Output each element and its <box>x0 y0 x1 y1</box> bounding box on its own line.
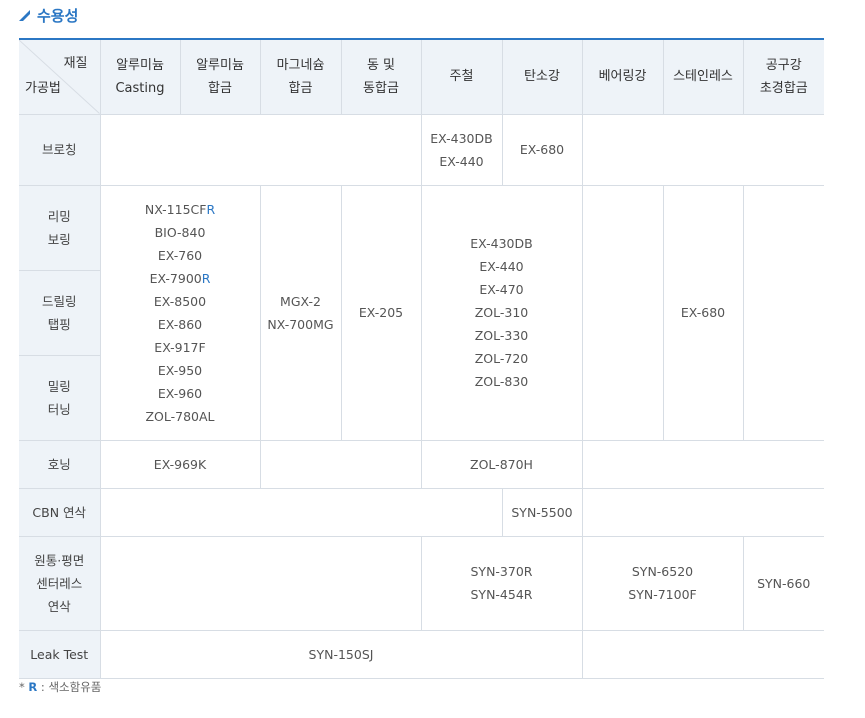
col-header-magnesium-alloy: 마그네슘 합금 <box>259 38 342 115</box>
footnote-star: * <box>19 680 25 694</box>
table-row: Leak Test SYN-150SJ <box>19 629 824 679</box>
cell-magnesium-group: MGX-2 NX-700MG <box>259 184 342 441</box>
row-label-milling-turning: 밀링 터닝 <box>19 354 100 441</box>
cell-leak-test: SYN-150SJ <box>99 629 583 679</box>
product-code: EX-760 <box>157 247 203 263</box>
product-code: EX-7900R <box>149 270 211 286</box>
header-row: 재질 가공법 알루미늄 Casting 알루미늄 합금 마그네슘 합금 동 및 동합금 … <box>19 38 824 115</box>
table-row: 리밍 보링 NX-115CFR BIO-840 EX-760 EX-7900R E… <box>19 184 824 441</box>
col-header-copper: 동 및 동합금 <box>340 38 422 115</box>
row-label-broaching: 브로칭 <box>19 113 101 186</box>
empty-cell <box>99 113 422 186</box>
corner-material-label: 재질 <box>63 56 88 71</box>
cell-honing-aluminum: EX-969K <box>99 439 261 489</box>
section-title: 수용성 <box>19 4 78 26</box>
table-row: 호닝 EX-969K ZOL-870H <box>19 439 824 489</box>
empty-cell <box>581 439 824 489</box>
section-marker-icon <box>19 9 30 21</box>
col-header-aluminum-casting: 알루미늄 Casting <box>99 38 181 115</box>
section-title-text: 수용성 <box>37 6 79 25</box>
col-header-cast-iron: 주철 <box>420 38 503 115</box>
empty-cell <box>99 487 503 537</box>
product-code: ZOL-780AL <box>145 408 215 424</box>
product-code: BIO-840 <box>154 224 206 240</box>
empty-cell <box>99 535 422 631</box>
cell-broaching-cast-iron: EX-430DB EX-440 <box>420 113 503 186</box>
row-label-reaming-boring: 리밍 보링 <box>19 184 101 271</box>
table-row: 원통·평면 센터레스 연삭 SYN-370R SYN-454R SYN-6520 SYN… <box>19 535 824 631</box>
footnote: * R : 색소함유품 <box>19 679 101 695</box>
col-header-stainless: 스테인레스 <box>662 38 744 115</box>
cell-iron-steel-group: EX-430DB EX-440 EX-470 ZOL-310 ZOL-330 Z… <box>420 184 583 441</box>
product-code: EX-950 <box>157 362 203 378</box>
cell-broaching-carbon-steel: EX-680 <box>501 113 583 186</box>
product-code: EX-8500 <box>153 293 207 309</box>
cell-centerless-bearing-stainless: SYN-6520 SYN-7100F <box>581 535 744 631</box>
empty-cell <box>581 487 824 537</box>
col-header-tool-steel: 공구강 초경합금 <box>742 38 824 115</box>
product-code: EX-917F <box>154 339 206 355</box>
footnote-text: : 색소함유품 <box>37 680 102 694</box>
col-header-bearing-steel: 베어링강 <box>581 38 664 115</box>
row-label-centerless-grinding: 원통·평면 센터레스 연삭 <box>19 535 101 631</box>
cell-centerless-iron-steel: SYN-370R SYN-454R <box>420 535 583 631</box>
table-row: 브로칭 EX-430DB EX-440 EX-680 <box>19 113 824 186</box>
cell-centerless-tool-steel: SYN-660 <box>742 535 824 631</box>
product-code: EX-860 <box>157 316 203 332</box>
cell-stainless-group: EX-680 <box>662 184 744 441</box>
empty-cell <box>581 184 664 441</box>
col-header-carbon-steel: 탄소강 <box>501 38 583 115</box>
empty-cell <box>581 629 824 679</box>
cell-cbn-carbon-steel: SYN-5500 <box>501 487 583 537</box>
row-label-drilling-tapping: 드릴링 탭핑 <box>19 269 100 356</box>
cell-copper-group: EX-205 <box>340 184 422 441</box>
empty-cell <box>259 439 422 489</box>
corner-process-label: 가공법 <box>25 80 61 96</box>
footnote-r: R <box>28 680 38 694</box>
empty-cell <box>581 113 824 186</box>
compatibility-table: 재질 가공법 알루미늄 Casting 알루미늄 합금 마그네슘 합금 동 및 동합금 … <box>19 38 824 679</box>
corner-diagonal <box>19 40 100 114</box>
product-code: EX-960 <box>157 385 203 401</box>
row-label-leak-test: Leak Test <box>19 629 101 679</box>
table-row: CBN 연삭 SYN-5500 <box>19 487 824 537</box>
product-code: NX-115CFR <box>144 201 216 217</box>
row-label-honing: 호닝 <box>19 439 101 489</box>
corner-header-cell: 재질 가공법 <box>19 38 101 115</box>
cell-honing-iron-steel: ZOL-870H <box>420 439 583 489</box>
col-header-aluminum-alloy: 알루미늄 합금 <box>179 38 261 115</box>
empty-cell <box>742 184 824 441</box>
cell-aluminum-group: NX-115CFR BIO-840 EX-760 EX-7900R EX-850… <box>99 184 261 441</box>
row-label-cbn-grinding: CBN 연삭 <box>19 487 101 537</box>
